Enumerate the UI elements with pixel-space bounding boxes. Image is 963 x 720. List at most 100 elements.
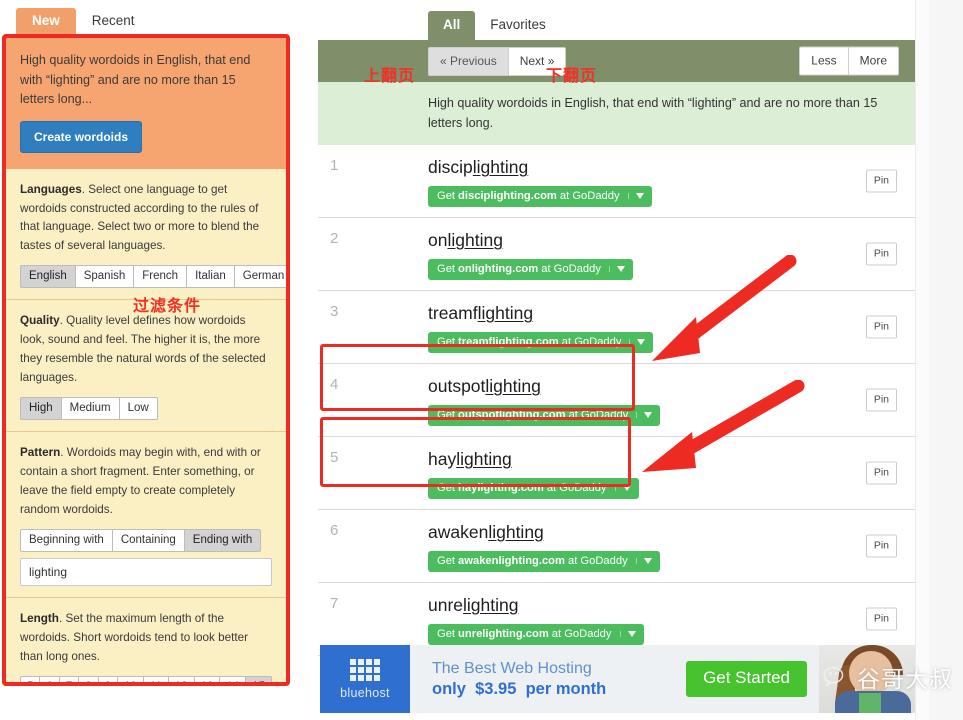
language-option-german[interactable]: German xyxy=(233,265,286,289)
length-option-9[interactable]: 9 xyxy=(97,675,118,682)
banner-price: $3.95 xyxy=(475,679,517,698)
length-option-8[interactable]: 8 xyxy=(78,675,98,682)
wordoid-name[interactable]: unrelighting xyxy=(428,595,915,616)
cta-registrar-label: at GoDaddy xyxy=(551,628,612,641)
caret-down-icon[interactable] xyxy=(619,631,640,638)
sidebar-tab-recent[interactable]: Recent xyxy=(76,8,151,36)
caret-down-icon[interactable] xyxy=(629,339,649,346)
previous-page-button[interactable]: « Previous xyxy=(428,46,508,76)
grid-icon xyxy=(350,658,380,681)
hero-description: High quality wordoids in English, that e… xyxy=(20,53,251,107)
get-domain-button[interactable]: Get awakenlighting.com at GoDaddy xyxy=(428,551,660,573)
wordoid-match: lighting xyxy=(472,157,529,178)
next-page-button[interactable]: Next » xyxy=(507,46,567,76)
pin-button[interactable]: Pin xyxy=(865,169,897,193)
languages-buttongroup: English Spanish French Italian German xyxy=(20,265,286,289)
pin-button[interactable]: Pin xyxy=(865,388,897,412)
app-root: New Recent High quality wordoids in Engl… xyxy=(0,0,963,720)
less-button[interactable]: Less xyxy=(799,46,848,76)
cta-registrar-label: at GoDaddy xyxy=(561,336,622,349)
banner-price-suffix: per month xyxy=(525,679,607,698)
caret-down-icon[interactable] xyxy=(636,412,656,419)
pin-button[interactable]: Pin xyxy=(865,607,897,631)
quality-option-high[interactable]: High xyxy=(20,397,61,421)
get-domain-button[interactable]: Get disciplighting.com at GoDaddy xyxy=(428,186,652,208)
sidebar-tab-new[interactable]: New xyxy=(16,7,76,35)
table-row[interactable]: 6 awakenlighting Get awakenlighting.com … xyxy=(318,510,915,584)
caret-down-icon[interactable] xyxy=(635,558,656,565)
language-option-french[interactable]: French xyxy=(133,265,187,289)
table-row[interactable]: 3 treamflighting Get treamflighting.com … xyxy=(318,291,915,365)
pattern-title: Pattern xyxy=(20,446,61,460)
wordoid-prefix: outspot xyxy=(428,376,486,397)
wordoid-prefix: on xyxy=(428,230,448,251)
wordoid-name[interactable]: treamflighting xyxy=(428,303,915,324)
pin-button[interactable]: Pin xyxy=(865,461,897,485)
wordoid-name[interactable]: outspotlighting xyxy=(428,376,915,397)
get-started-button[interactable]: Get Started xyxy=(686,661,807,697)
length-option-6[interactable]: 6 xyxy=(39,675,59,682)
wordoid-name[interactable]: haylighting xyxy=(428,449,915,470)
tab-favorites[interactable]: Favorites xyxy=(475,11,561,41)
table-row[interactable]: 4 outspotlighting Get outspotlighting.co… xyxy=(318,364,915,438)
banner-photo xyxy=(819,645,915,713)
get-domain-button[interactable]: Get outspotlighting.com at GoDaddy xyxy=(428,405,661,427)
pattern-fragment-input[interactable] xyxy=(20,557,272,586)
section-pattern: Pattern. Wordoids may begin with, end wi… xyxy=(6,431,286,597)
length-option-10[interactable]: 10 xyxy=(117,675,143,682)
length-option-11[interactable]: 11 xyxy=(142,675,168,682)
get-domain-button[interactable]: Get onlighting.com at GoDaddy xyxy=(428,259,633,281)
language-option-italian[interactable]: Italian xyxy=(186,265,234,289)
table-row[interactable]: 1 disciplighting Get disciplighting.com … xyxy=(318,145,915,219)
length-option-7[interactable]: 7 xyxy=(58,675,79,682)
pin-button[interactable]: Pin xyxy=(865,534,897,558)
row-index: 6 xyxy=(330,522,339,540)
pin-button[interactable]: Pin xyxy=(865,242,897,266)
page-scrollbar[interactable] xyxy=(915,0,929,720)
banner-price-prefix: only xyxy=(432,679,466,698)
length-option-14[interactable]: 14 xyxy=(219,675,246,682)
wordoid-name[interactable]: awakenlighting xyxy=(428,522,915,543)
sidebar-panel: High quality wordoids in English, that e… xyxy=(2,34,290,686)
more-button[interactable]: More xyxy=(847,46,899,76)
language-option-english[interactable]: English xyxy=(20,265,75,289)
length-option-12[interactable]: 12 xyxy=(167,675,194,682)
pattern-option-beginning-with[interactable]: Beginning with xyxy=(20,528,112,552)
caret-down-icon[interactable] xyxy=(627,193,648,200)
wordoid-name[interactable]: onlighting xyxy=(428,230,915,251)
get-domain-button[interactable]: Get haylighting.com at GoDaddy xyxy=(428,478,639,500)
length-option-15[interactable]: 15 xyxy=(245,675,272,682)
pin-button[interactable]: Pin xyxy=(865,315,897,339)
cta-registrar-label: at GoDaddy xyxy=(546,482,607,495)
get-domain-button[interactable]: Get unrelighting.com at GoDaddy xyxy=(428,624,644,646)
length-option-5[interactable]: 5 xyxy=(20,675,40,682)
tab-all[interactable]: All xyxy=(428,10,476,40)
pattern-buttongroup: Beginning with Containing Ending with xyxy=(20,528,262,552)
length-option-13[interactable]: 13 xyxy=(193,675,220,682)
main-tabbar: All Favorites xyxy=(318,0,915,40)
sidebar-tabbar: New Recent xyxy=(0,0,296,35)
quality-option-medium[interactable]: Medium xyxy=(60,397,119,421)
length-description: Length. Set the maximum length of the wo… xyxy=(20,610,272,667)
main-toolbar: « Previous Next » Less More xyxy=(318,40,915,82)
caret-down-icon[interactable] xyxy=(608,266,629,273)
pattern-option-containing[interactable]: Containing xyxy=(111,528,184,552)
table-row[interactable]: 5 haylighting Get haylighting.com at GoD… xyxy=(318,437,915,511)
wordoid-name[interactable]: disciplighting xyxy=(428,157,915,178)
cta-domain-name: onlighting.com xyxy=(458,263,539,276)
language-option-spanish[interactable]: Spanish xyxy=(74,265,134,289)
banner-copy: The Best Web Hosting only $3.95 per mont… xyxy=(410,660,686,699)
wordoid-match: lighting xyxy=(477,303,534,324)
create-wordoids-button[interactable]: Create wordoids xyxy=(20,120,143,153)
row-index: 5 xyxy=(330,449,339,467)
wordoid-prefix: unre xyxy=(428,595,464,616)
advertisement-banner[interactable]: bluehost The Best Web Hosting only $3.95… xyxy=(320,645,915,713)
table-row[interactable]: 2 onlighting Get onlighting.com at GoDad… xyxy=(318,218,915,292)
quality-option-low[interactable]: Low xyxy=(118,397,158,421)
pattern-option-ending-with[interactable]: Ending with xyxy=(183,528,262,552)
caret-down-icon[interactable] xyxy=(614,485,635,492)
get-domain-button[interactable]: Get treamflighting.com at GoDaddy xyxy=(428,332,654,354)
cta-get-label: Get xyxy=(437,482,456,495)
quality-title: Quality xyxy=(20,314,60,328)
cta-get-label: Get xyxy=(437,336,456,349)
